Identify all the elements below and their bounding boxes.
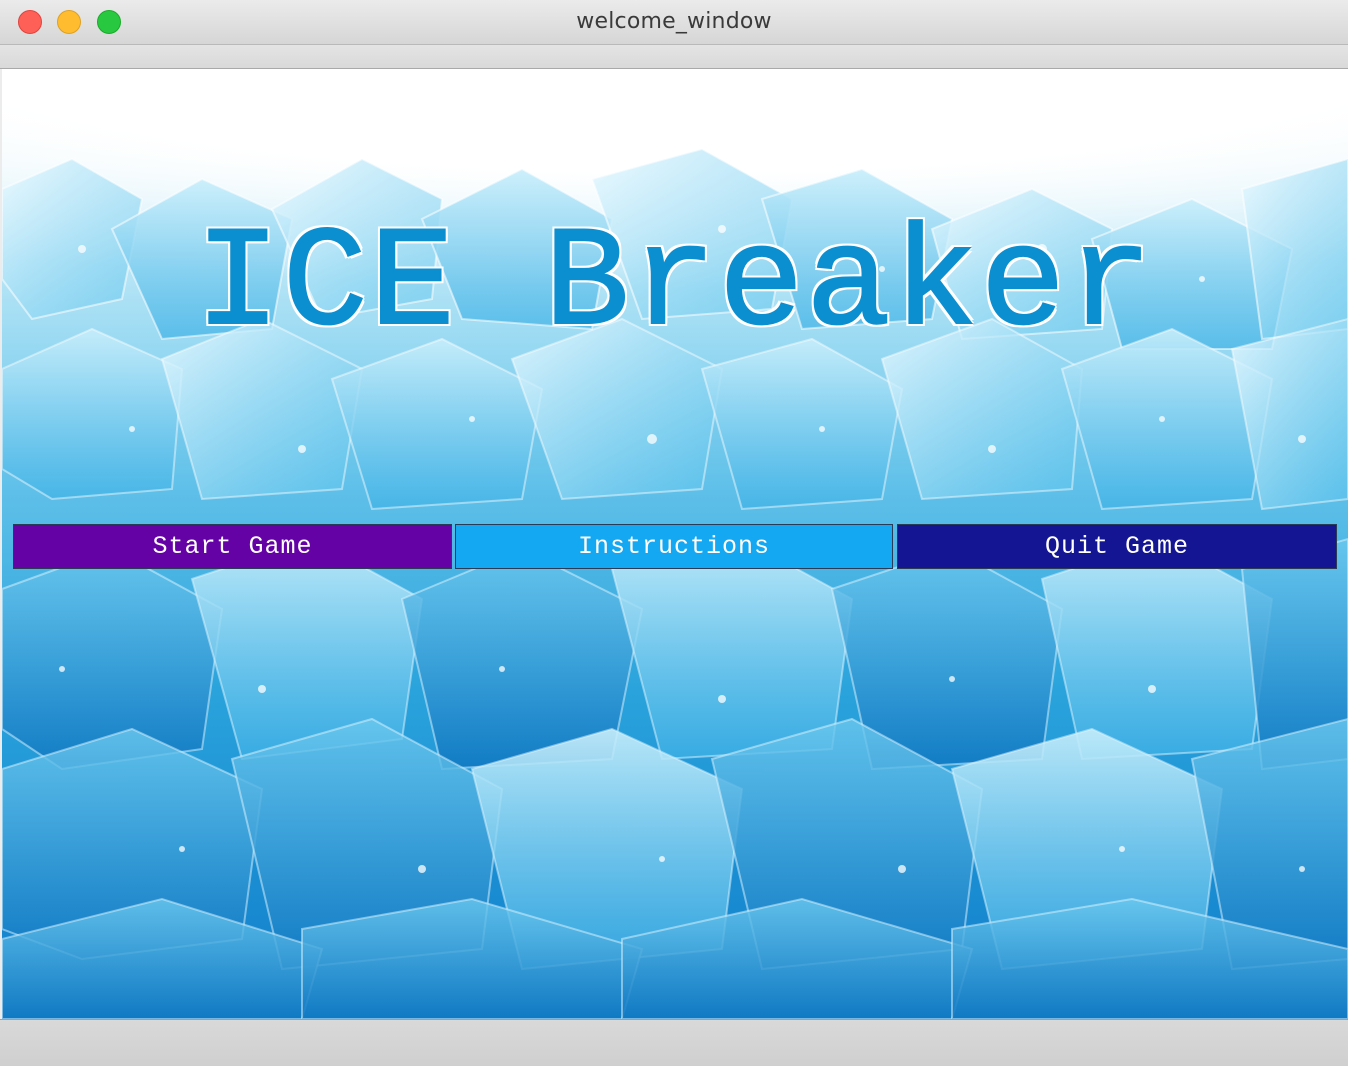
quit-game-button[interactable]: Quit Game	[897, 524, 1337, 569]
bottom-bar	[0, 1019, 1348, 1066]
toolbar-strip	[0, 45, 1348, 69]
instructions-button[interactable]: Instructions	[455, 524, 893, 569]
app-window: welcome_window ICE Breaker Start Game In…	[0, 0, 1348, 1066]
title-bar[interactable]: welcome_window	[0, 0, 1348, 45]
start-game-button[interactable]: Start Game	[13, 524, 452, 569]
game-title: ICE Breaker	[194, 205, 1155, 366]
ice-crystals-lower	[2, 537, 1348, 1019]
game-canvas: ICE Breaker Start Game Instructions Quit…	[2, 69, 1348, 1019]
window-title: welcome_window	[576, 9, 772, 34]
